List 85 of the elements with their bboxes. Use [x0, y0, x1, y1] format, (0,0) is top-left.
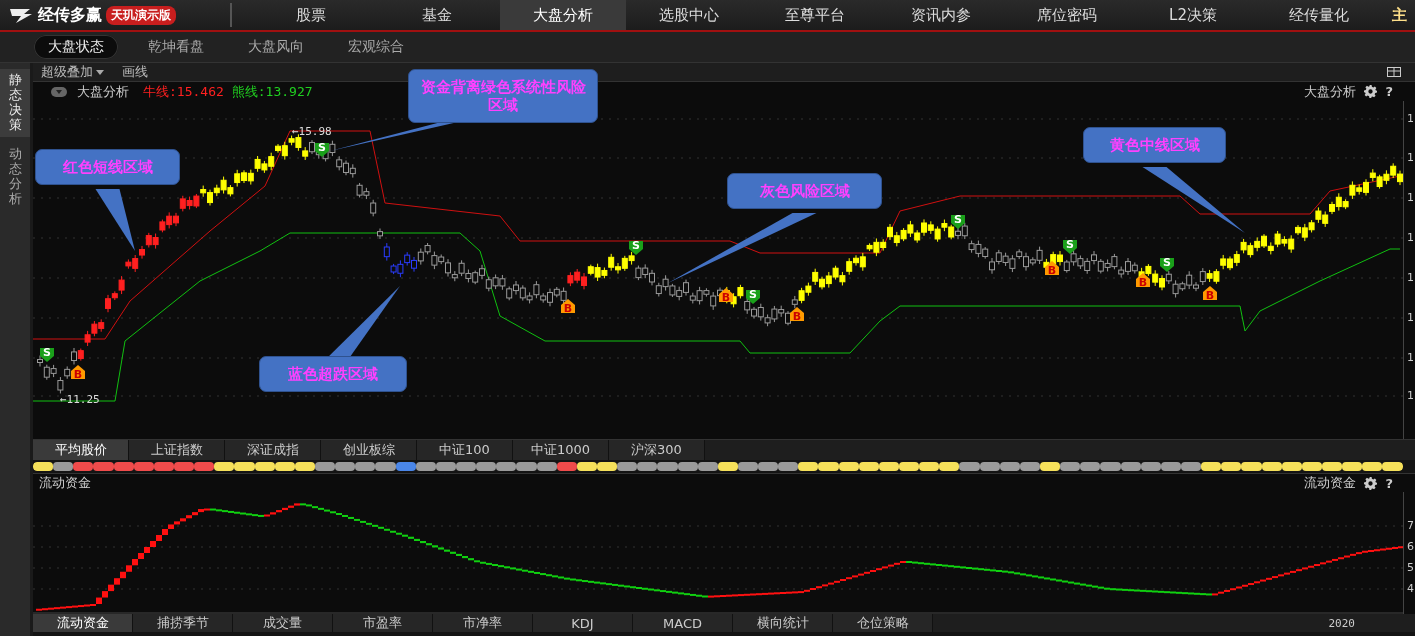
nav-tab[interactable]: 主 [1382, 0, 1407, 30]
index-tab[interactable]: 深证成指 [225, 440, 321, 460]
axis-label: 1 [1407, 311, 1414, 324]
layout-grid-icon[interactable] [1387, 67, 1401, 77]
axis-label: 1 [1407, 191, 1414, 204]
nav-tab[interactable]: 至尊平台 [752, 0, 878, 30]
buy-signal-marker: B [1045, 261, 1059, 277]
indicator-tab[interactable]: 横向统计 [733, 614, 833, 632]
axis-label: 2020 [1328, 616, 1355, 630]
buy-signal-marker: B [790, 307, 804, 323]
nav-tab[interactable]: 席位密码 [1004, 0, 1130, 30]
axis-label: 7 [1407, 519, 1414, 532]
sell-signal-marker: S [1160, 256, 1174, 272]
callout-label: 蓝色超跌区域 [259, 356, 407, 392]
axis-label: 1 [1407, 231, 1414, 244]
side-tab[interactable]: 静态决策 [0, 69, 30, 137]
axis-label: 4 [1407, 582, 1414, 595]
chart-title: 大盘分析 [77, 82, 129, 101]
nav-tab[interactable]: 选股中心 [626, 0, 752, 30]
buy-signal-marker: B [1203, 286, 1217, 302]
indicator-tab[interactable]: KDJ [533, 614, 633, 632]
sub-tab[interactable]: 大盘风向 [234, 35, 318, 59]
help-button[interactable]: ? [1385, 475, 1393, 491]
sell-signal-marker: S [951, 213, 965, 229]
buy-signal-marker: B [561, 299, 575, 315]
price-mark: ←15.98 [292, 125, 332, 138]
sell-signal-marker: S [629, 239, 643, 255]
draw-lines-button[interactable]: 画线 [122, 63, 148, 81]
indicator-tab[interactable]: 市净率 [433, 614, 533, 632]
callout-label: 资金背离绿色系统性风险区域 [408, 69, 598, 123]
bull-line-value: 牛线:15.462 [143, 82, 224, 101]
axis-label: 1 [1407, 389, 1414, 402]
nav-tab[interactable]: 大盘分析 [500, 0, 626, 30]
axis-label: 6 [1407, 540, 1414, 553]
callout-label: 黄色中线区域 [1083, 127, 1226, 163]
indicator-tab[interactable]: 捕捞季节 [133, 614, 233, 632]
buy-signal-marker: B [1136, 273, 1150, 289]
panel-title: 流动资金 [1304, 474, 1357, 492]
nav-tab[interactable]: 资讯内参 [878, 0, 1004, 30]
axis-label: 1 [1407, 151, 1414, 164]
buy-signal-marker: B [719, 288, 733, 304]
sell-signal-marker: S [315, 141, 329, 157]
index-tab[interactable]: 中证100 [417, 440, 513, 460]
sell-signal-marker: S [746, 288, 760, 304]
indicator-tab[interactable]: 市盈率 [333, 614, 433, 632]
side-tab[interactable]: 动态分析 [0, 142, 30, 211]
help-button[interactable]: ? [1385, 84, 1393, 99]
sub-tab[interactable]: 乾坤看盘 [134, 35, 218, 59]
indicator-tab[interactable]: 成交量 [233, 614, 333, 632]
settings-icon[interactable] [1364, 85, 1378, 98]
axis-label: 1 [1407, 351, 1414, 364]
nav-tab[interactable]: 基金 [374, 0, 500, 30]
bear-line-value: 熊线:13.927 [231, 82, 313, 101]
sell-signal-marker: S [1063, 238, 1077, 254]
callout-label: 红色短线区域 [35, 149, 180, 185]
indicator-tab[interactable]: 流动资金 [33, 614, 133, 632]
index-tab[interactable]: 平均股价 [33, 440, 129, 460]
axis-label: 1 [1407, 112, 1414, 125]
axis-label: 1 [1407, 271, 1414, 284]
chart-title: 大盘分析 [1304, 82, 1357, 101]
logo-icon [8, 6, 34, 24]
index-tab[interactable]: 创业板综 [321, 440, 417, 460]
callout-label: 灰色风险区域 [727, 173, 882, 209]
price-mark: ←11.25 [60, 393, 100, 406]
app-name: 经传多赢 [38, 4, 102, 26]
index-tab[interactable]: 沪深300 [609, 440, 705, 460]
sub-tab[interactable]: 宏观综合 [334, 35, 418, 59]
dropdown-icon[interactable] [51, 86, 67, 97]
sell-signal-marker: S [40, 346, 54, 362]
indicator-tab[interactable]: MACD [633, 614, 733, 632]
panel-title: 流动资金 [39, 474, 91, 492]
settings-icon[interactable] [1364, 476, 1378, 490]
index-tab[interactable]: 上证指数 [129, 440, 225, 460]
buy-signal-marker: B [71, 365, 85, 381]
axis-label: 5 [1407, 561, 1414, 574]
caret-icon [96, 69, 104, 75]
nav-tab[interactable]: L2决策 [1130, 0, 1256, 30]
indicator-tab[interactable]: 仓位策略 [833, 614, 933, 632]
nav-tab[interactable]: 经传量化 [1256, 0, 1382, 30]
overlay-menu[interactable]: 超级叠加 [41, 63, 104, 81]
index-tab[interactable]: 中证1000 [513, 440, 609, 460]
edition-badge: 天玑演示版 [106, 5, 176, 25]
callout-pointer [95, 189, 135, 251]
nav-tab[interactable]: 股票 [248, 0, 374, 30]
sub-tab[interactable]: 大盘状态 [34, 35, 118, 59]
